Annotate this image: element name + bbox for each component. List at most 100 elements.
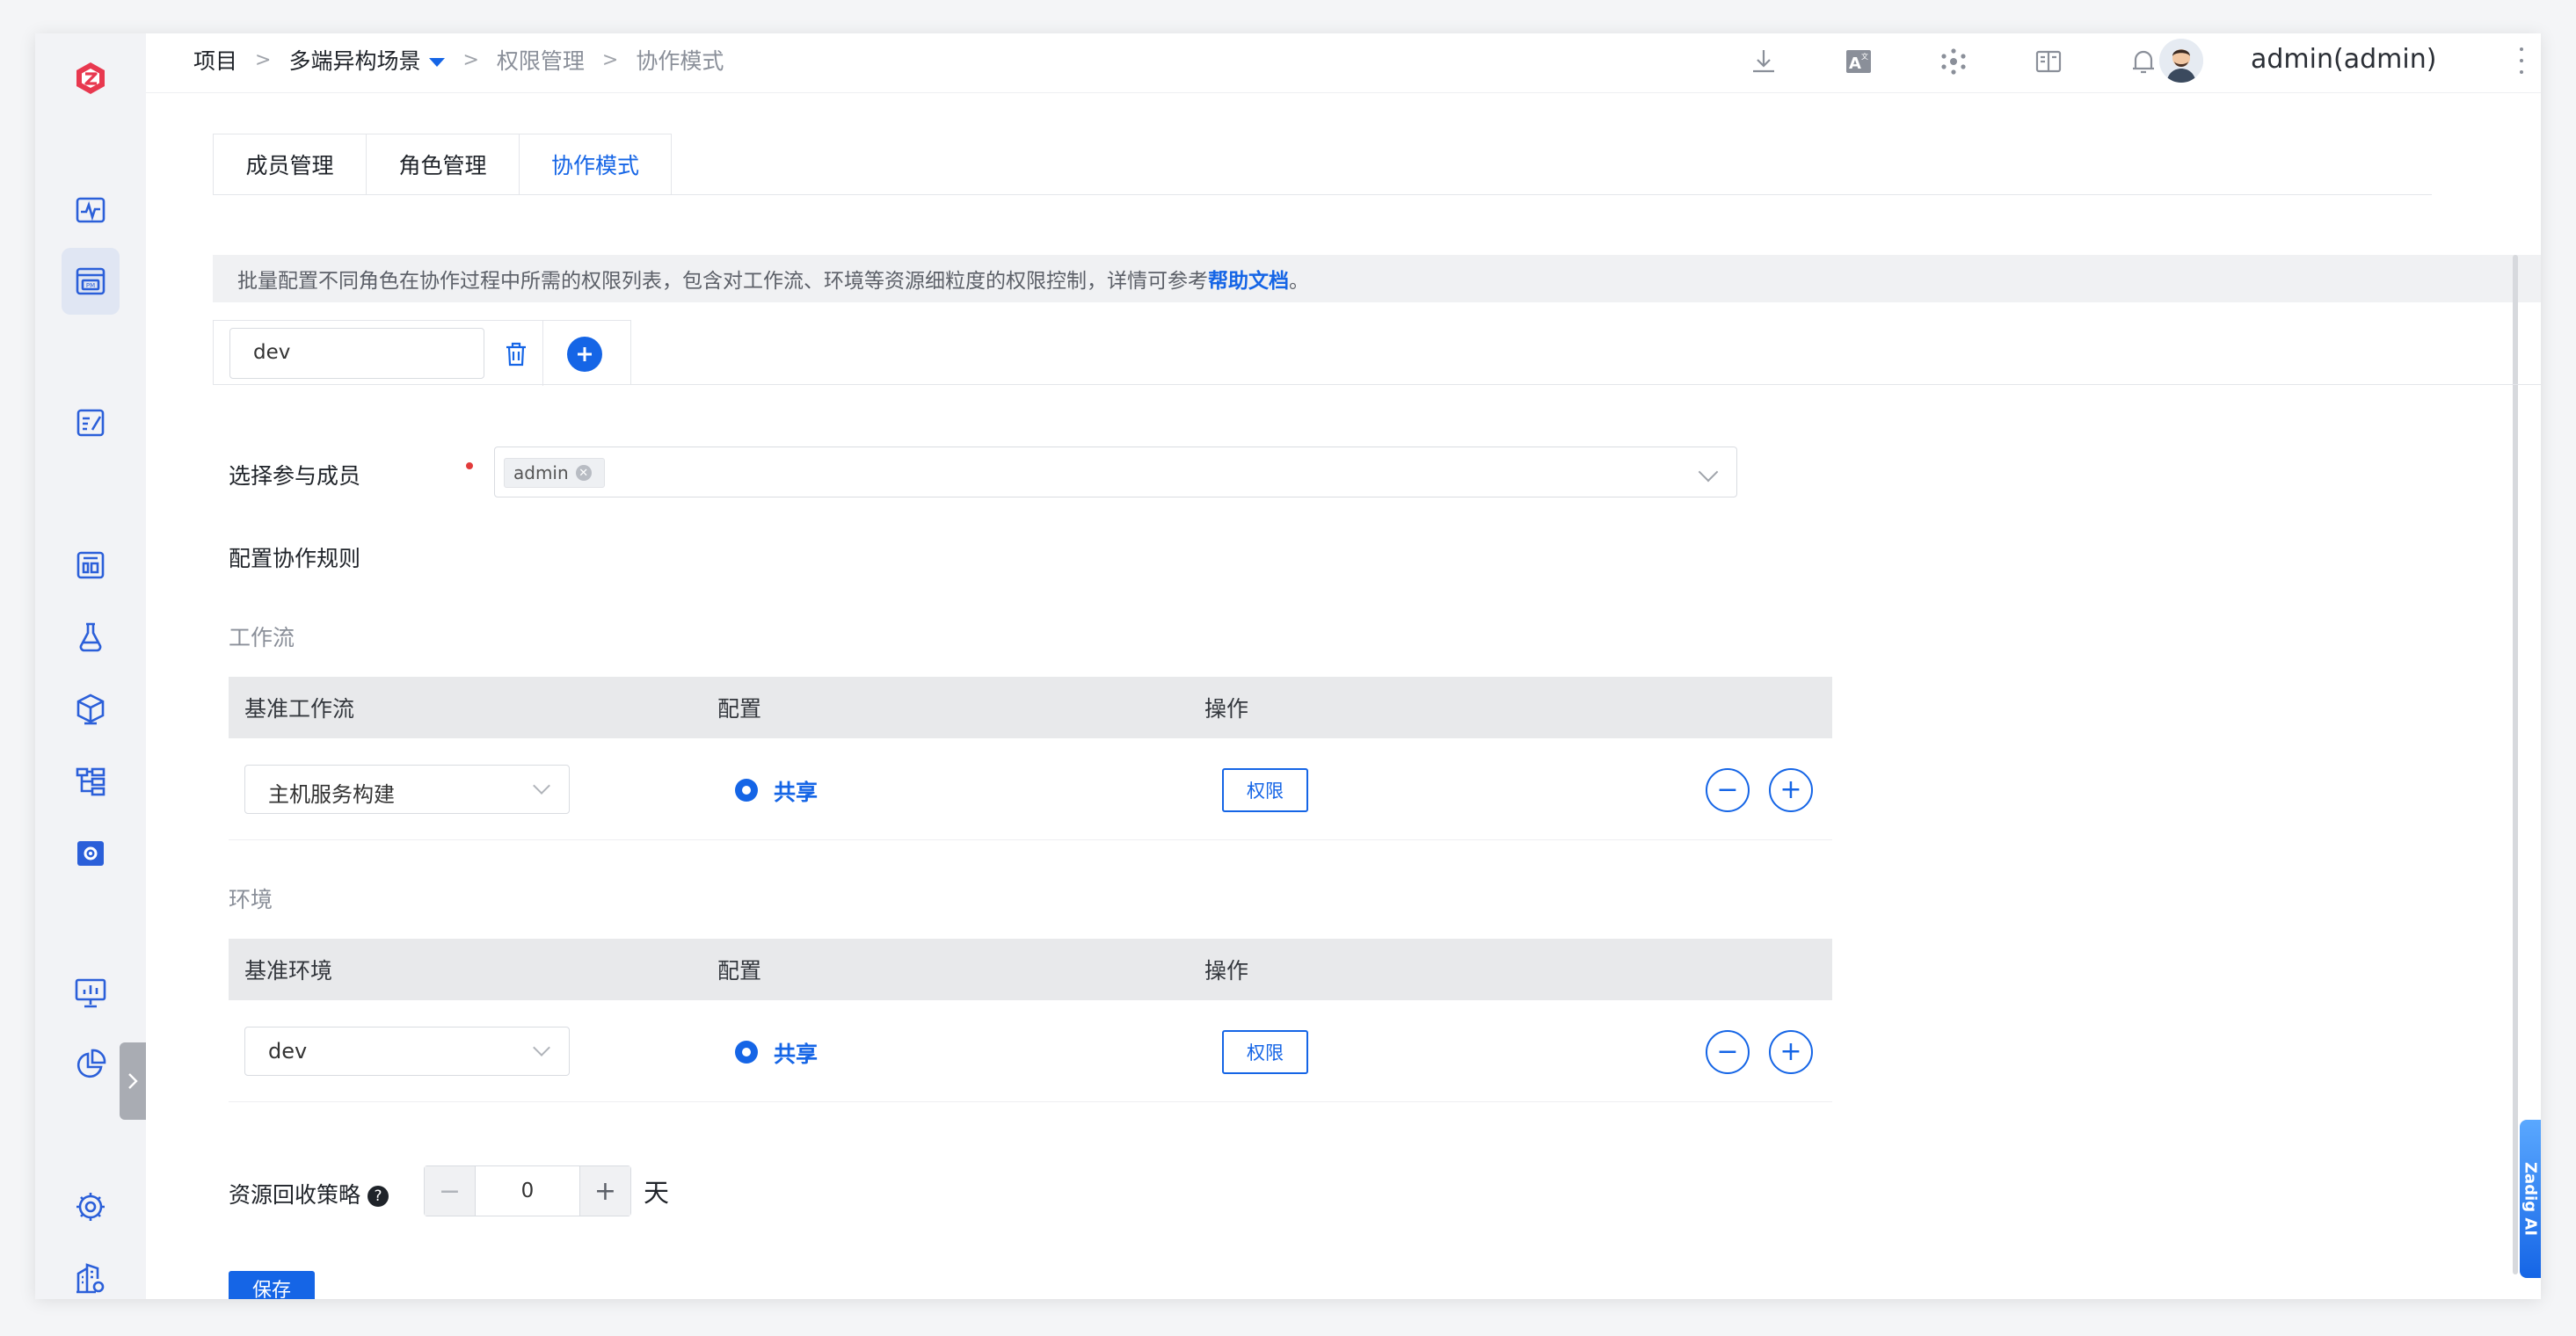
help-icon[interactable]: ? [367, 1186, 389, 1207]
breadcrumb-project-name-label: 多端异构场景 [288, 48, 421, 74]
tab-divider [213, 194, 2432, 195]
sidebar: PM [35, 33, 146, 1299]
table-row: dev 共享 权限 − + [229, 1000, 1832, 1102]
chevron-down-icon [1698, 461, 1719, 483]
column-header: 操作 [1204, 696, 1249, 722]
environment-table: 基准环境 配置 操作 dev 共享 权限 − + [229, 939, 1832, 1102]
table-row: 主机服务构建 共享 权限 − + [229, 738, 1832, 840]
save-button[interactable]: 保存 [229, 1271, 315, 1299]
base-environment-select[interactable]: dev [244, 1027, 570, 1076]
workflow-table: 基准工作流 配置 操作 主机服务构建 共享 权限 − + [229, 677, 1832, 840]
environment-table-header: 基准环境 配置 操作 [229, 939, 1832, 1000]
svg-text:A: A [1849, 54, 1861, 73]
decrement-button[interactable]: − [425, 1166, 476, 1216]
add-row-button[interactable]: + [1769, 1030, 1813, 1074]
sidebar-collapse-handle[interactable] [120, 1042, 146, 1120]
settings-box-icon[interactable] [62, 824, 120, 882]
breadcrumb-permission[interactable]: 权限管理 [497, 44, 585, 76]
trash-icon[interactable] [498, 337, 534, 372]
recycle-days-stepper: − 0 + [424, 1165, 631, 1216]
base-environment-value: dev [268, 1039, 308, 1064]
top-header: 项目 > 多端异构场景 > 权限管理 > 协作模式 A文 admin(admin… [146, 33, 2541, 93]
base-workflow-select[interactable]: 主机服务构建 [244, 765, 570, 814]
workflow-table-header: 基准工作流 配置 操作 [229, 677, 1832, 738]
monitor-wave-icon[interactable] [62, 181, 120, 239]
pie-chart-icon[interactable] [62, 1035, 120, 1093]
recycle-policy-label: 资源回收策略? [229, 1178, 389, 1209]
share-radio-label[interactable]: 共享 [774, 775, 818, 807]
base-workflow-value: 主机服务构建 [268, 782, 395, 807]
tab-member-management[interactable]: 成员管理 [213, 134, 366, 195]
member-tag-label: admin [513, 462, 569, 483]
remove-row-button[interactable]: − [1706, 768, 1750, 812]
add-collaboration-button[interactable] [567, 337, 602, 372]
breadcrumb-separator: > [601, 48, 619, 71]
column-header: 配置 [717, 696, 762, 722]
zadig-ai-label: Zadig AI [2521, 1161, 2540, 1237]
avatar[interactable] [2159, 39, 2203, 83]
download-icon[interactable] [1746, 44, 1781, 79]
env-divider [542, 321, 543, 386]
breadcrumb-project-name[interactable]: 多端异构场景 [288, 44, 446, 76]
increment-button[interactable]: + [579, 1166, 630, 1216]
column-header: 基准环境 [244, 958, 333, 984]
zadig-ai-tab[interactable]: Zadig AI [2520, 1120, 2541, 1278]
permission-button[interactable]: 权限 [1222, 1030, 1308, 1074]
info-notice: 批量配置不同角色在协作过程中所需的权限列表，包含对工作流、环境等资源细粒度的权限… [213, 255, 2541, 302]
share-radio[interactable] [735, 779, 758, 802]
logo-icon[interactable] [62, 49, 120, 107]
tab-role-management[interactable]: 角色管理 [366, 134, 519, 195]
scrollbar[interactable] [2513, 255, 2518, 1274]
env-name-input[interactable]: dev [229, 328, 484, 379]
chevron-down-icon [533, 1039, 550, 1056]
member-select[interactable]: admin ✕ [494, 447, 1737, 497]
dashboard-icon[interactable] [62, 536, 120, 594]
avatar-image [2159, 39, 2203, 83]
workflow-tree-icon[interactable] [62, 752, 120, 810]
project-pm-icon[interactable]: PM [62, 248, 120, 315]
svg-text:文: 文 [1861, 52, 1868, 61]
translate-icon[interactable]: A文 [1841, 44, 1876, 79]
logo-svg [76, 62, 105, 94]
svg-text:PM: PM [86, 282, 95, 289]
env-tab: dev [213, 320, 631, 386]
column-header: 配置 [717, 958, 762, 984]
column-header: 基准工作流 [244, 696, 355, 722]
network-icon[interactable] [1936, 44, 1971, 79]
select-members-label: 选择参与成员 [229, 463, 361, 489]
more-menu-icon[interactable] [2516, 47, 2527, 74]
gear-icon[interactable] [62, 1178, 120, 1236]
user-name[interactable]: admin(admin) [2251, 44, 2436, 75]
tag-remove-icon[interactable]: ✕ [575, 465, 592, 481]
edit-note-icon[interactable] [62, 394, 120, 452]
share-radio[interactable] [735, 1041, 758, 1064]
bell-icon[interactable] [2126, 44, 2161, 79]
workflow-section-label: 工作流 [229, 625, 295, 650]
days-unit-label: 天 [644, 1178, 670, 1208]
remove-row-button[interactable]: − [1706, 1030, 1750, 1074]
book-icon[interactable] [2031, 44, 2066, 79]
app-window: PM 项目 > 多端异构场景 > 权限管理 > 协作模式 A 文 admin(a… [35, 33, 2541, 1299]
breadcrumb-separator: > [462, 48, 479, 71]
breadcrumb-project[interactable]: 项目 [193, 44, 237, 76]
permission-button[interactable]: 权限 [1222, 768, 1308, 812]
breadcrumb-separator: > [255, 48, 272, 71]
recycle-days-input[interactable]: 0 [476, 1166, 579, 1216]
caret-down-icon [429, 58, 446, 67]
add-row-button[interactable]: + [1769, 768, 1813, 812]
share-radio-label[interactable]: 共享 [774, 1037, 818, 1069]
member-tag: admin ✕ [504, 458, 605, 488]
building-gear-icon[interactable] [62, 1250, 120, 1299]
breadcrumb-current: 协作模式 [636, 48, 724, 74]
collaboration-env-strip: dev [213, 320, 2541, 386]
tab-bar: 成员管理 角色管理 协作模式 [213, 134, 672, 195]
plus-icon [578, 347, 592, 361]
recycle-policy-text: 资源回收策略 [229, 1182, 361, 1208]
flask-icon[interactable] [62, 608, 120, 666]
tab-collaboration-mode[interactable]: 协作模式 [519, 134, 672, 195]
package-icon[interactable] [62, 680, 120, 738]
required-indicator [466, 462, 473, 469]
help-doc-link[interactable]: 帮助文档 [1208, 264, 1289, 294]
rules-title: 配置协作规则 [229, 546, 361, 571]
presentation-chart-icon[interactable] [62, 963, 120, 1021]
